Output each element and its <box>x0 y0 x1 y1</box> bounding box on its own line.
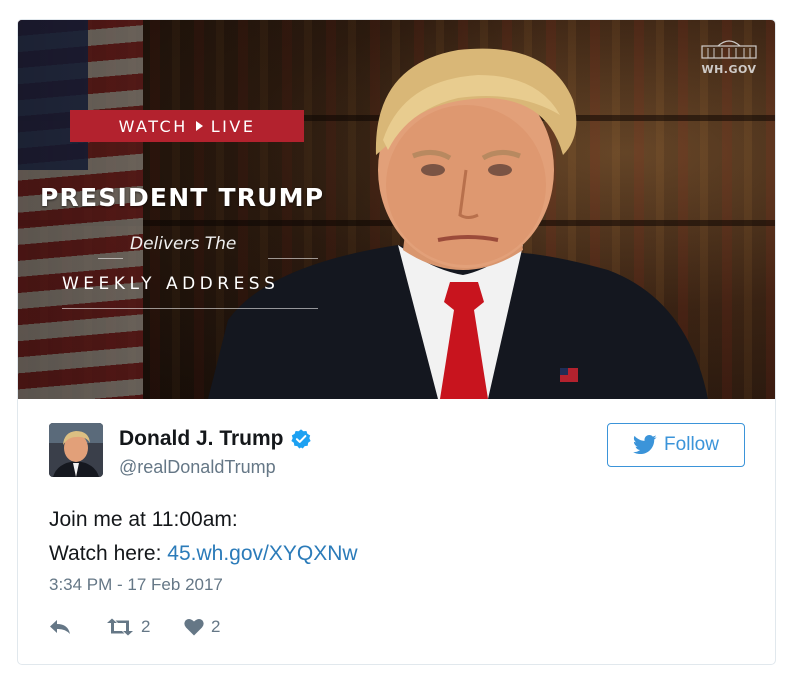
reply-action[interactable] <box>49 619 106 635</box>
verified-badge-icon <box>290 429 311 449</box>
play-icon <box>195 121 203 131</box>
tweet-text-line-2: Watch here: 45.wh.gov/XYQXNw <box>49 542 358 566</box>
watch-live-badge: WATCH LIVE <box>70 110 304 142</box>
follow-label: Follow <box>664 434 719 455</box>
reply-icon <box>50 620 70 634</box>
author-name[interactable]: Donald J. Trump <box>119 427 284 451</box>
divider-rule <box>268 258 318 259</box>
tweet-actions: 2 2 <box>49 617 220 637</box>
white-house-logo: WH.GOV <box>697 36 761 76</box>
like-action[interactable]: 2 <box>184 617 220 637</box>
divider-rule <box>62 308 318 309</box>
tweet-timestamp[interactable]: 3:34 PM - 17 Feb 2017 <box>49 575 223 595</box>
media-weekly-address: WEEKLY ADDRESS <box>62 274 280 294</box>
badge-watch-text: WATCH <box>118 116 188 136</box>
heart-icon <box>184 618 204 636</box>
tweet-media-image[interactable]: WH.GOV WATCH LIVE PRESIDENT TRUMP Delive… <box>18 20 775 399</box>
divider-rule <box>98 258 123 259</box>
tweet-text-prefix: Watch here: <box>49 542 168 565</box>
avatar-image <box>49 423 103 477</box>
author-name-line[interactable]: Donald J. Trump <box>119 427 312 451</box>
badge-live-text: LIVE <box>210 116 256 136</box>
twitter-bird-icon <box>633 435 657 454</box>
author-handle[interactable]: @realDonaldTrump <box>119 457 276 478</box>
retweet-count: 2 <box>141 617 151 636</box>
logo-text: WH.GOV <box>701 63 757 76</box>
tweet-link[interactable]: 45.wh.gov/XYQXNw <box>167 542 357 565</box>
tweet-text-line-1: Join me at 11:00am: <box>49 508 238 531</box>
media-subtitle: Delivers The <box>130 234 237 254</box>
white-house-icon <box>701 40 757 59</box>
avatar[interactable] <box>49 423 103 477</box>
like-count: 2 <box>211 617 221 636</box>
tweet-card: WH.GOV WATCH LIVE PRESIDENT TRUMP Delive… <box>17 19 776 665</box>
retweet-icon <box>107 618 133 636</box>
retweet-action[interactable]: 2 <box>106 617 184 637</box>
media-title: PRESIDENT TRUMP <box>40 183 325 212</box>
follow-button[interactable]: Follow <box>607 423 745 467</box>
